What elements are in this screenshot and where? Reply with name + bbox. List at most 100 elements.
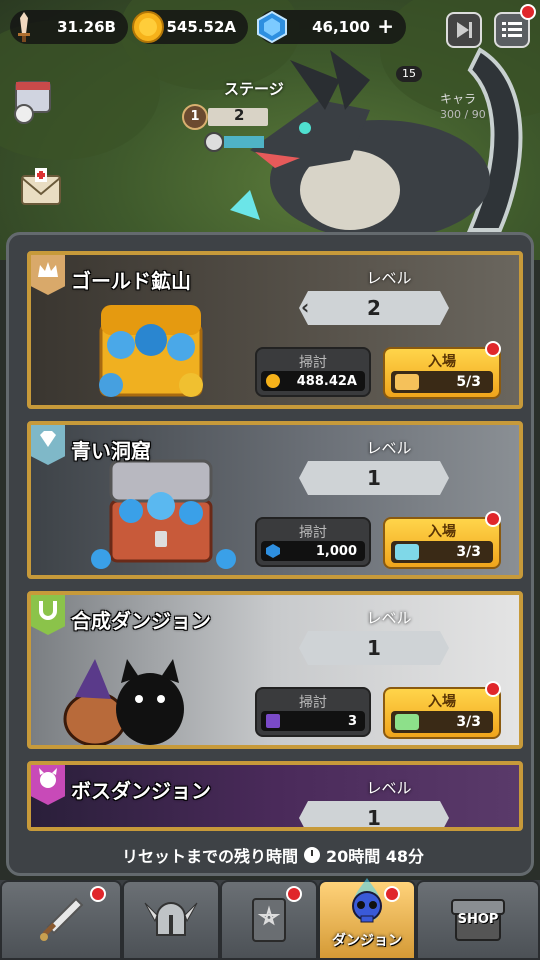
level-selector[interactable]: 2 [299,291,449,325]
auto-play-button[interactable] [446,12,482,48]
clock-icon [303,847,320,863]
dungeon-title: ゴールド鉱山 [71,269,191,293]
enter-ticket-count: 5/3 [391,371,493,393]
level-label: レベル [366,269,412,287]
mail-button[interactable] [18,164,64,210]
enter-label: 入場 [428,694,456,710]
sweep-reward-value: 3 [347,713,357,729]
sweep-button[interactable]: 掃討 3 [255,687,371,737]
play-skip-icon [457,22,472,38]
demon-face-icon [39,768,57,788]
tab-book[interactable] [220,880,318,960]
bottom-navigation: ダンジョン SHOP [0,878,540,960]
level-label: レベル [366,609,412,627]
enter-button[interactable]: 入場 3/3 [383,517,501,569]
power-counter: 31.26B [10,10,128,44]
enter-ticket-value: 3/3 [456,544,481,560]
menu-notification-dot [520,4,536,20]
reset-timer-value: 20時間 48分 [325,847,425,866]
tab-dungeon[interactable]: ダンジョン [318,878,416,960]
sweep-label: 掃討 [299,525,327,541]
menu-list-icon [502,22,522,37]
sweep-button[interactable]: 掃討 488.42A [255,347,371,397]
enter-label: 入場 [428,524,456,540]
sweep-label: 掃討 [299,355,327,371]
enter-ticket-count: 3/3 [391,541,493,563]
stage-step-current: 1 [182,104,208,130]
sword-power-icon [6,9,42,45]
stage-progress: ステージ 15 1 2 キャラ 300 / 90 [182,66,510,152]
dungeon-card-blue-cave[interactable]: 青い洞窟 レベル 1 掃討 1,000 入場 3/3 [27,421,523,579]
enter-ticket-count: 3/3 [391,711,493,733]
sweep-reward: 3 [261,711,365,731]
gold-coin-icon [130,9,166,45]
magnet-icon [39,601,57,620]
blue-gem-icon [254,9,290,45]
blue-gem-icon [266,544,280,558]
stage-timer-bar [224,136,264,148]
enter-button[interactable]: 入場 5/3 [383,347,501,399]
dungeon-title: 合成ダンジョン [71,609,211,633]
level-selector[interactable]: 1 [299,801,449,827]
green-ticket-icon [395,714,419,730]
stage-step-next: 2 [234,106,245,124]
sweep-reward: 1,000 [261,541,365,561]
currency-bar: 31.26B 545.52A 46,100 + [0,4,540,50]
stage-label: ステージ [224,80,284,98]
helmet-icon [144,902,198,936]
character-progress: 300 / 90 [440,108,486,121]
tab-notification-dot [286,886,302,902]
weapon-sword-icon [40,897,84,941]
mail-envelope-icon [21,168,61,205]
diamond-icon [40,431,56,447]
treasure-chest-gold-image [99,305,203,397]
tab-armor[interactable] [122,880,220,960]
tab-dungeon-label: ダンジョン [332,933,402,949]
sweep-button[interactable]: 掃討 1,000 [255,517,371,567]
sweep-reward-value: 1,000 [315,543,357,559]
character-label: キャラ [440,92,477,106]
enter-notification-dot [485,341,501,357]
treasure-chest-gems-image [91,459,236,569]
level-selector[interactable]: 1 [299,631,449,665]
dungeon-list-panel: ゴールド鉱山 レベル 2 ‹ 掃討 488.42A 入場 5/3 青い洞窟 レベ… [6,232,534,876]
calendar-clock-icon [14,81,51,124]
power-value: 31.26B [57,18,116,36]
level-selector[interactable]: 1 [299,461,449,495]
level-decrease-chevron-icon[interactable]: ‹ [301,295,309,319]
gem-counter: 46,100 + [257,10,406,44]
enter-ticket-value: 5/3 [456,374,481,390]
blue-ticket-icon [395,544,419,560]
gold-value: 545.52A [166,18,237,36]
tab-shop[interactable]: SHOP [416,880,540,960]
gold-counter: 545.52A [132,10,248,44]
level-label: レベル [366,779,412,797]
crown-icon [38,262,58,277]
shop-label: SHOP [457,912,499,927]
gold-ticket-icon [395,374,419,390]
stage-timer-icon [204,132,224,152]
enter-button[interactable]: 入場 3/3 [383,687,501,739]
sweep-label: 掃討 [299,695,327,711]
tab-notification-dot [384,886,400,902]
daily-calendar-button[interactable] [10,78,56,124]
dungeon-card-gold-mine[interactable]: ゴールド鉱山 レベル 2 ‹ 掃討 488.42A 入場 5/3 [27,251,523,409]
enter-ticket-value: 3/3 [456,714,481,730]
dungeon-title: ボスダンジョン [71,779,211,803]
stage-count-badge: 15 [396,66,422,82]
cat-characters-image [63,659,184,745]
spellbook-icon [252,898,286,942]
purple-scroll-icon [266,714,280,728]
sweep-reward-value: 488.42A [296,373,357,389]
dungeon-title: 青い洞窟 [71,439,151,463]
enter-notification-dot [485,511,501,527]
dungeon-card-boss[interactable]: ボスダンジョン レベル 1 [27,761,523,831]
enter-notification-dot [485,681,501,697]
gem-value: 46,100 [312,18,370,36]
sweep-reward: 488.42A [261,371,365,391]
blue-skull-icon [352,878,382,923]
enter-label: 入場 [428,354,456,370]
add-gems-button[interactable]: + [377,14,394,38]
tab-weapon[interactable] [0,880,122,960]
dungeon-card-synthesis[interactable]: 合成ダンジョン レベル 1 掃討 3 入場 3/3 [27,591,523,749]
